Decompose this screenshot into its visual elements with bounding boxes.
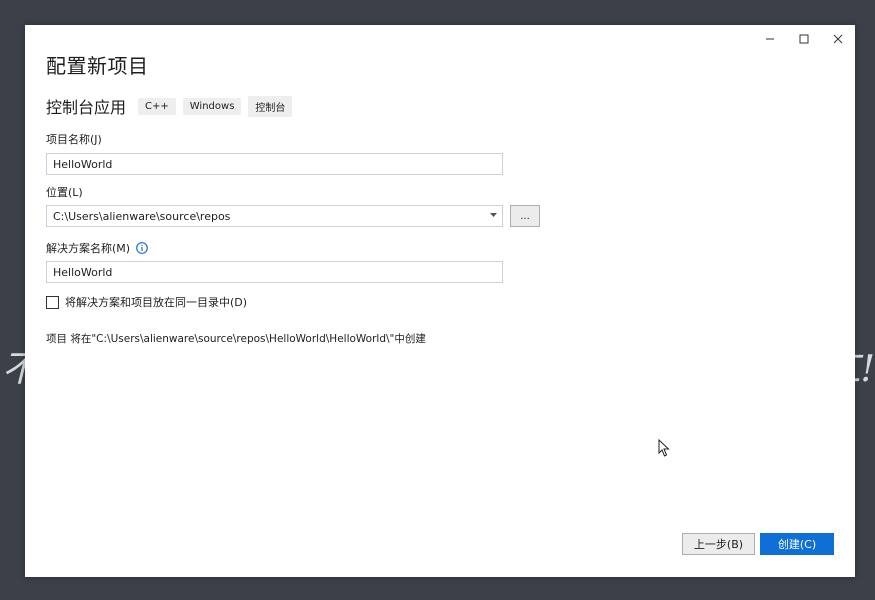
minimize-icon (766, 38, 774, 40)
mouse-cursor-icon (658, 438, 670, 461)
close-icon (833, 34, 843, 44)
configure-project-dialog: 配置新项目 控制台应用 C++ Windows 控制台 项目名称(J) Hell… (25, 25, 855, 577)
same-directory-checkbox[interactable] (46, 295, 59, 309)
project-name-label-text: 项目名称(J) (46, 133, 102, 146)
solution-name-value: HelloWorld (53, 265, 113, 279)
create-button[interactable]: 创建(C) (760, 533, 834, 555)
template-header: 控制台应用 C++ Windows 控制台 (46, 94, 299, 118)
browse-button[interactable]: ... (510, 205, 540, 227)
info-icon[interactable] (136, 242, 148, 254)
tag-console: 控制台 (248, 95, 293, 117)
project-name-value: HelloWorld (53, 157, 113, 171)
minimize-button[interactable] (753, 25, 787, 53)
project-name-input[interactable]: HelloWorld (46, 153, 503, 175)
same-directory-option[interactable]: 将解决方案和项目放在同一目录中(D) (46, 294, 247, 310)
location-value: C:\Users\alienware\source\repos (53, 209, 231, 223)
close-button[interactable] (821, 25, 855, 53)
location-label-text: 位置(L) (46, 186, 83, 199)
desktop-background: 不 工! 配置新项目 控制台应用 C++ Windows 控制台 项目名称(J)… (0, 0, 875, 600)
dialog-title: 配置新项目 (46, 54, 149, 78)
tag-windows: Windows (182, 97, 242, 115)
project-name-label: 项目名称(J) (46, 131, 102, 147)
solution-name-label-text: 解决方案名称(M) (46, 242, 131, 255)
project-path-note: 项目 将在"C:\Users\alienware\source\repos\He… (46, 333, 426, 345)
location-combobox[interactable]: C:\Users\alienware\source\repos (46, 205, 503, 227)
template-name: 控制台应用 (46, 98, 127, 117)
tag-cpp: C++ (138, 97, 176, 115)
solution-name-label: 解决方案名称(M) (46, 240, 148, 256)
location-label: 位置(L) (46, 184, 83, 200)
maximize-icon (799, 34, 809, 44)
maximize-button[interactable] (787, 25, 821, 53)
solution-name-input[interactable]: HelloWorld (46, 261, 503, 283)
chevron-down-icon[interactable] (490, 213, 497, 218)
window-controls (753, 25, 855, 53)
same-directory-label: 将解决方案和项目放在同一目录中(D) (65, 296, 248, 309)
back-button[interactable]: 上一步(B) (682, 533, 755, 555)
